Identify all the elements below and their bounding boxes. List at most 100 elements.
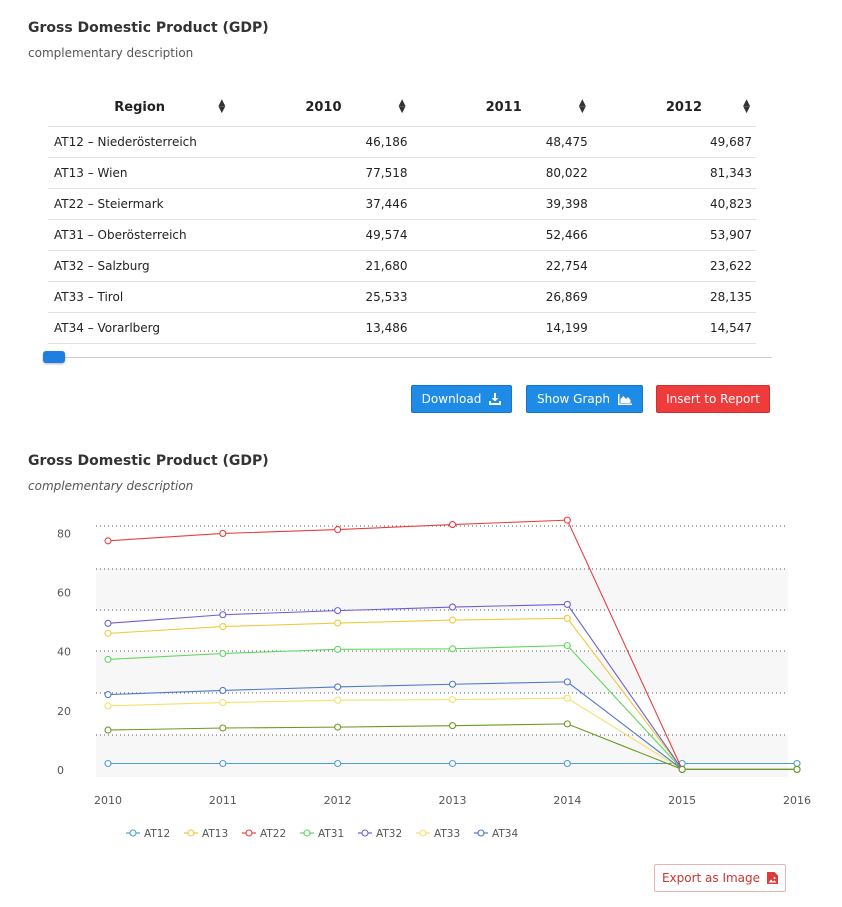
gdp-line-chart: 0 20 40 60 80 2010 2011 2012 2013 2014 2015 2016 AT1… [57, 516, 811, 840]
data-point [334, 696, 342, 704]
region-cell: AT22 – Steiermark [48, 188, 232, 220]
sort-icon[interactable]: ▲ ▼ [218, 99, 225, 115]
data-point [448, 680, 457, 688]
y-tick-label: 20 [57, 705, 71, 718]
chart-subtitle: complementary description [28, 479, 194, 493]
column-header-2011[interactable]: 2011 ▲ ▼ [412, 88, 592, 127]
data-point [793, 759, 801, 768]
legend-marker [129, 829, 137, 837]
value-cell: 80,022 [411, 157, 592, 189]
legend-marker [187, 829, 195, 837]
scrollbar-thumb[interactable] [43, 351, 65, 363]
sort-icon[interactable]: ▲ ▼ [399, 99, 406, 115]
data-point [334, 759, 342, 768]
data-point [219, 699, 227, 707]
data-point [334, 526, 342, 534]
column-header-2012[interactable]: 2012 ▲ ▼ [592, 88, 756, 127]
sort-icon[interactable]: ▲ ▼ [579, 99, 586, 115]
data-point [334, 723, 342, 731]
legend-label: AT31 [318, 828, 344, 840]
data-point [448, 603, 457, 611]
table-row: AT32 – Salzburg 21,680 22,754 23,622 [48, 250, 756, 282]
legend-marker [477, 829, 485, 837]
table-row: AT13 – Wien 77,518 80,022 81,343 [48, 157, 756, 189]
data-point [219, 759, 227, 768]
data-point [219, 623, 227, 631]
table-row: AT31 – Oberösterreich 49,574 52,466 53,9… [48, 219, 756, 251]
chart-title: Gross Domestic Product (GDP) [28, 453, 269, 469]
value-cell: 14,199 [411, 312, 592, 344]
value-cell: 52,466 [411, 219, 592, 251]
region-cell: AT13 – Wien [48, 157, 232, 189]
column-header-region[interactable]: Region ▲ ▼ [48, 88, 231, 127]
data-point [563, 759, 571, 768]
data-point [563, 720, 571, 728]
value-cell: 48,475 [411, 126, 592, 158]
data-point [334, 619, 342, 627]
data-point [563, 641, 571, 650]
data-point [793, 765, 801, 773]
value-cell: 81,343 [591, 157, 756, 189]
table-subtitle: complementary description [28, 46, 194, 60]
value-cell: 77,518 [231, 157, 412, 189]
data-point [334, 683, 342, 691]
value-cell: 22,754 [411, 250, 592, 282]
data-point [219, 686, 227, 695]
series-line [107, 519, 797, 770]
legend-label: AT33 [434, 828, 460, 840]
value-cell: 25,533 [231, 281, 412, 313]
plot-band [96, 569, 788, 611]
region-cell: AT32 – Salzburg [48, 250, 232, 282]
legend-marker [419, 829, 427, 837]
data-point [104, 759, 112, 768]
data-point [448, 616, 457, 624]
data-point [563, 694, 571, 702]
download-button[interactable]: Download [411, 385, 512, 413]
legend-label: AT13 [202, 828, 228, 840]
table-row: AT33 – Tirol 25,533 26,869 28,135 [48, 281, 756, 313]
download-icon [489, 393, 502, 405]
data-point [219, 611, 227, 619]
legend-label: AT32 [376, 828, 402, 840]
show-graph-button[interactable]: Show Graph [526, 385, 643, 413]
value-cell: 13,486 [231, 312, 412, 344]
x-tick-label: 2015 [668, 794, 696, 807]
data-point [563, 516, 571, 524]
legend-label: AT34 [492, 828, 518, 840]
value-cell: 37,446 [231, 188, 412, 220]
data-point [448, 645, 457, 653]
plot-band [96, 651, 788, 693]
value-cell: 23,622 [591, 250, 756, 282]
data-point [678, 765, 686, 773]
column-header-2010[interactable]: 2010 ▲ ▼ [231, 88, 411, 127]
value-cell: 53,907 [591, 219, 756, 251]
region-cell: AT34 – Vorarlberg [48, 312, 232, 344]
data-point [334, 645, 342, 653]
y-tick-label: 40 [57, 646, 71, 659]
value-cell: 14,547 [591, 312, 756, 344]
legend-label: AT22 [260, 828, 286, 840]
table-row: AT12 – Niederösterreich 46,186 48,475 49… [48, 126, 756, 158]
value-cell: 39,398 [411, 188, 592, 220]
area-chart-icon [618, 393, 632, 405]
data-point [104, 702, 112, 710]
data-point [448, 696, 457, 704]
data-point [563, 600, 571, 608]
region-cell: AT33 – Tirol [48, 281, 232, 313]
x-tick-label: 2011 [209, 794, 237, 807]
x-tick-label: 2012 [324, 794, 352, 807]
export-as-image-button[interactable]: Export as Image [654, 864, 786, 892]
data-point [448, 722, 457, 730]
insert-to-report-button[interactable]: Insert to Report [656, 385, 770, 413]
table-title: Gross Domestic Product (GDP) [28, 20, 269, 36]
data-point [448, 759, 457, 768]
data-point [219, 724, 227, 732]
legend-marker [303, 829, 311, 837]
gdp-table: Region ▲ ▼ 2010 ▲ ▼ 2011 ▲ ▼ 2012 ▲ ▼ AT12 –… [48, 88, 756, 344]
data-point [563, 678, 571, 686]
sort-icon[interactable]: ▲ ▼ [743, 99, 750, 115]
value-cell: 21,680 [231, 250, 412, 282]
data-point [563, 614, 571, 622]
legend-label: AT12 [144, 828, 170, 840]
horizontal-scrollbar[interactable] [48, 357, 772, 358]
